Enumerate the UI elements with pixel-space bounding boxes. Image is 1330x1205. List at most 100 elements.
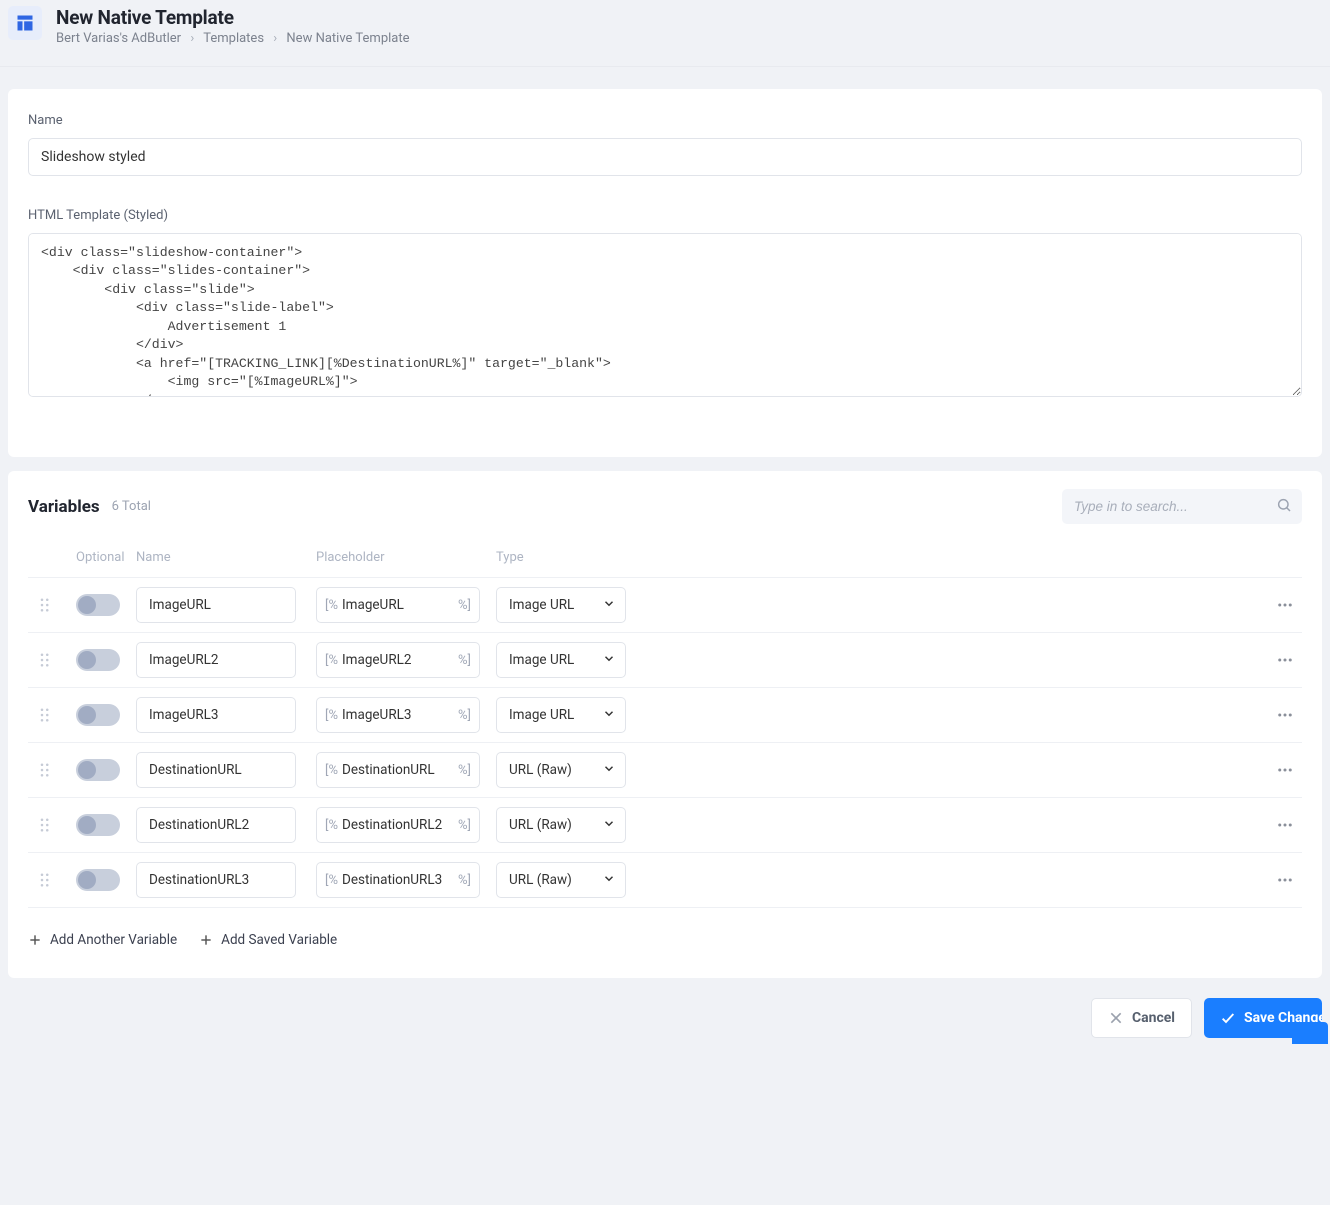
variable-name-input[interactable]	[136, 697, 296, 733]
drag-handle-icon[interactable]	[38, 706, 76, 724]
optional-toggle[interactable]	[76, 869, 120, 891]
variables-panel: Variables 6 Total Optional Name Placehol…	[8, 471, 1322, 978]
optional-toggle[interactable]	[76, 814, 120, 836]
table-row: [%%] Image URLURL (Raw)	[28, 633, 1302, 688]
type-select[interactable]: Image URLURL (Raw)	[496, 587, 626, 623]
variables-title: Variables	[28, 497, 100, 517]
variables-table: Optional Name Placeholder Type [%%] Image…	[28, 538, 1302, 908]
variable-name-input[interactable]	[136, 587, 296, 623]
variable-name-input[interactable]	[136, 807, 296, 843]
chat-widget-icon[interactable]	[1292, 1022, 1328, 1044]
breadcrumb: Bert Varias's AdButler › Templates › New…	[56, 31, 410, 46]
breadcrumb-templates[interactable]: Templates	[203, 31, 264, 46]
placeholder-input[interactable]	[338, 872, 458, 888]
placeholder-field: [%%]	[316, 807, 480, 843]
add-saved-label: Add Saved Variable	[221, 932, 337, 948]
page-header: New Native Template Bert Varias's AdButl…	[0, 0, 1330, 67]
placeholder-suffix: %]	[458, 763, 471, 778]
page-title: New Native Template	[56, 6, 410, 29]
placeholder-suffix: %]	[458, 653, 471, 668]
col-name: Name	[136, 550, 316, 565]
search-icon	[1276, 497, 1292, 517]
drag-handle-icon[interactable]	[38, 816, 76, 834]
optional-toggle[interactable]	[76, 594, 120, 616]
add-variable-label: Add Another Variable	[50, 932, 177, 948]
row-menu-button[interactable]	[1276, 816, 1302, 834]
table-row: [%%] Image URLURL (Raw)	[28, 743, 1302, 798]
name-input[interactable]	[28, 138, 1302, 176]
html-template-textarea[interactable]	[28, 233, 1302, 397]
placeholder-suffix: %]	[458, 873, 471, 888]
cancel-button[interactable]: Cancel	[1091, 998, 1192, 1038]
close-icon	[1108, 1010, 1124, 1026]
table-row: [%%] Image URLURL (Raw)	[28, 688, 1302, 743]
variables-search	[1062, 489, 1302, 524]
placeholder-prefix: [%	[325, 653, 338, 668]
layout-icon	[15, 13, 35, 33]
more-icon	[1276, 706, 1294, 724]
more-icon	[1276, 761, 1294, 779]
drag-handle-icon[interactable]	[38, 871, 76, 889]
html-template-label: HTML Template (Styled)	[28, 208, 1302, 223]
page-actions: Cancel Save Changes	[8, 998, 1322, 1038]
drag-handle-icon[interactable]	[38, 596, 76, 614]
placeholder-prefix: [%	[325, 763, 338, 778]
name-label: Name	[28, 113, 1302, 128]
placeholder-field: [%%]	[316, 752, 480, 788]
plus-icon	[199, 933, 213, 947]
variable-name-input[interactable]	[136, 862, 296, 898]
template-icon	[8, 6, 42, 40]
variables-count: 6 Total	[112, 499, 151, 514]
more-icon	[1276, 816, 1294, 834]
placeholder-input[interactable]	[338, 597, 458, 613]
add-saved-variable-button[interactable]: Add Saved Variable	[199, 932, 337, 948]
table-header: Optional Name Placeholder Type	[28, 538, 1302, 578]
add-another-variable-button[interactable]: Add Another Variable	[28, 932, 177, 948]
row-menu-button[interactable]	[1276, 706, 1302, 724]
row-menu-button[interactable]	[1276, 651, 1302, 669]
variables-footer: Add Another Variable Add Saved Variable	[28, 908, 1302, 948]
breadcrumb-current: New Native Template	[286, 31, 409, 46]
more-icon	[1276, 651, 1294, 669]
more-icon	[1276, 596, 1294, 614]
more-icon	[1276, 871, 1294, 889]
placeholder-field: [%%]	[316, 642, 480, 678]
drag-handle-icon[interactable]	[38, 761, 76, 779]
optional-toggle[interactable]	[76, 649, 120, 671]
placeholder-prefix: [%	[325, 598, 338, 613]
breadcrumb-account[interactable]: Bert Varias's AdButler	[56, 31, 181, 46]
table-row: [%%] Image URLURL (Raw)	[28, 798, 1302, 853]
search-input[interactable]	[1062, 489, 1302, 524]
col-placeholder: Placeholder	[316, 550, 496, 565]
placeholder-input[interactable]	[338, 817, 458, 833]
type-select[interactable]: Image URLURL (Raw)	[496, 807, 626, 843]
placeholder-prefix: [%	[325, 708, 338, 723]
placeholder-input[interactable]	[338, 762, 458, 778]
template-form-panel: Name HTML Template (Styled)	[8, 89, 1322, 457]
variable-name-input[interactable]	[136, 752, 296, 788]
row-menu-button[interactable]	[1276, 596, 1302, 614]
type-select[interactable]: Image URLURL (Raw)	[496, 697, 626, 733]
placeholder-suffix: %]	[458, 818, 471, 833]
placeholder-input[interactable]	[338, 652, 458, 668]
table-row: [%%] Image URLURL (Raw)	[28, 853, 1302, 908]
col-type: Type	[496, 550, 636, 565]
type-select[interactable]: Image URLURL (Raw)	[496, 642, 626, 678]
placeholder-field: [%%]	[316, 862, 480, 898]
check-icon	[1220, 1010, 1236, 1026]
plus-icon	[28, 933, 42, 947]
placeholder-input[interactable]	[338, 707, 458, 723]
optional-toggle[interactable]	[76, 759, 120, 781]
cancel-label: Cancel	[1132, 1010, 1175, 1026]
optional-toggle[interactable]	[76, 704, 120, 726]
placeholder-field: [%%]	[316, 587, 480, 623]
type-select[interactable]: Image URLURL (Raw)	[496, 752, 626, 788]
col-optional: Optional	[76, 550, 136, 565]
row-menu-button[interactable]	[1276, 871, 1302, 889]
placeholder-suffix: %]	[458, 708, 471, 723]
variable-name-input[interactable]	[136, 642, 296, 678]
placeholder-prefix: [%	[325, 818, 338, 833]
row-menu-button[interactable]	[1276, 761, 1302, 779]
drag-handle-icon[interactable]	[38, 651, 76, 669]
type-select[interactable]: Image URLURL (Raw)	[496, 862, 626, 898]
